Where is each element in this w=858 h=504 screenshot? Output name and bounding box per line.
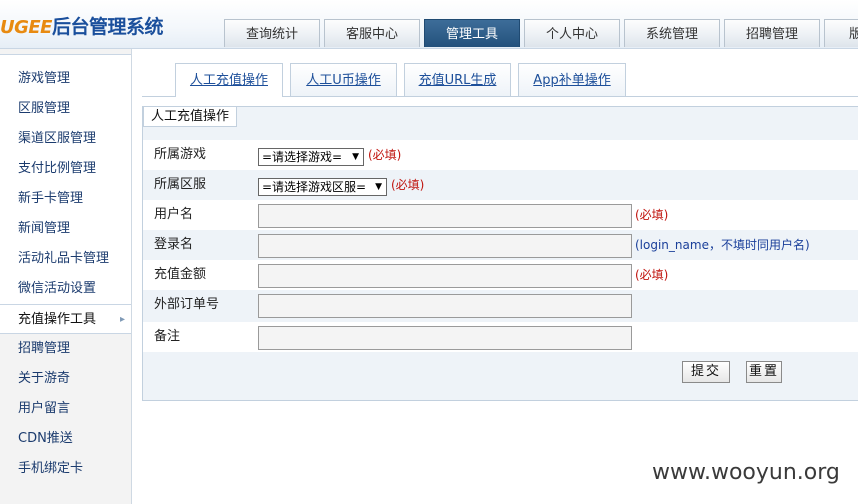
topnav-query-stats[interactable]: 查询统计 — [224, 19, 320, 47]
sidebar-item-cdn-push[interactable]: CDN推送 — [0, 424, 131, 454]
loginname-hint: (login_name，不填时同用户名) — [635, 238, 810, 252]
recharge-form: 所属游戏 =请选择游戏= ▼ (必填) 所属区服 =请选择游戏区服= ▼ (必填… — [143, 137, 858, 352]
form-row-game: 所属游戏 =请选择游戏= ▼ (必填) — [143, 140, 858, 170]
server-select-value: =请选择游戏区服= — [262, 180, 367, 194]
sidebar-item-about[interactable]: 关于游奇 — [0, 364, 131, 394]
sidebar-item-game-management[interactable]: 游戏管理 — [0, 64, 131, 94]
form-row-amount: 充值金额 (必填) — [143, 260, 858, 290]
logo-brand: UGEE — [0, 17, 52, 38]
watermark-text: www.wooyun.org — [652, 460, 840, 485]
tab-manual-ucoin[interactable]: 人工U币操作 — [290, 63, 397, 96]
topnav-personal-center[interactable]: 个人中心 — [524, 19, 620, 47]
topnav-version[interactable]: 版 — [824, 19, 858, 47]
game-select[interactable]: =请选择游戏= ▼ — [258, 148, 364, 166]
tab-app-reorder[interactable]: App补单操作 — [518, 63, 626, 96]
caret-down-icon: ▼ — [352, 152, 359, 162]
sidebar-item-server-management[interactable]: 区服管理 — [0, 94, 131, 124]
sidebar-item-recruitment[interactable]: 招聘管理 — [0, 334, 131, 364]
sidebar-item-phone-bind-card[interactable]: 手机绑定卡 — [0, 454, 131, 484]
tab-recharge-url[interactable]: 充值URL生成 — [404, 63, 511, 96]
form-row-server: 所属区服 =请选择游戏区服= ▼ (必填) — [143, 170, 858, 200]
form-row-loginname: 登录名 (login_name，不填时同用户名) — [143, 230, 858, 260]
topnav-recruitment[interactable]: 招聘管理 — [724, 19, 820, 47]
form-row-username: 用户名 (必填) — [143, 200, 858, 230]
username-label: 用户名 — [154, 207, 194, 222]
server-select[interactable]: =请选择游戏区服= ▼ — [258, 178, 387, 196]
game-required: (必填) — [368, 148, 402, 162]
sidebar-item-label: 充值操作工具 — [18, 312, 97, 327]
loginname-input[interactable] — [258, 234, 632, 258]
logo-title: 后台管理系统 — [51, 16, 164, 38]
sidebar-item-wechat-activity[interactable]: 微信活动设置 — [0, 274, 131, 304]
server-required: (必填) — [391, 178, 425, 192]
recharge-panel: 人工充值操作 所属游戏 =请选择游戏= ▼ (必填) 所属区服 =请选择游戏区服… — [142, 106, 858, 401]
amount-required: (必填) — [635, 268, 669, 282]
sidebar-item-newbie-card[interactable]: 新手卡管理 — [0, 184, 131, 214]
topnav-admin-tools[interactable]: 管理工具 — [424, 19, 520, 47]
top-navigation: 查询统计 客服中心 管理工具 个人中心 系统管理 招聘管理 版 — [224, 19, 858, 48]
order-label: 外部订单号 — [154, 297, 220, 312]
sidebar: 游戏管理 区服管理 渠道区服管理 支付比例管理 新手卡管理 新闻管理 活动礼品卡… — [0, 49, 132, 504]
sidebar-item-payment-ratio[interactable]: 支付比例管理 — [0, 154, 131, 184]
panel-title: 人工充值操作 — [143, 106, 238, 127]
chevron-right-icon: ▸ — [119, 314, 125, 325]
caret-down-icon: ▼ — [375, 182, 382, 192]
topnav-customer-service[interactable]: 客服中心 — [324, 19, 420, 47]
sidebar-item-recharge-tools[interactable]: 充值操作工具 ▸ — [0, 304, 131, 334]
server-label: 所属区服 — [154, 177, 207, 192]
loginname-label: 登录名 — [154, 237, 194, 252]
sub-tab-bar: 人工充值操作 人工U币操作 充值URL生成 App补单操作 — [142, 62, 858, 97]
tab-manual-recharge[interactable]: 人工充值操作 — [175, 63, 283, 97]
sidebar-item-channel-server[interactable]: 渠道区服管理 — [0, 124, 131, 154]
form-row-remark: 备注 — [143, 322, 858, 352]
remark-label: 备注 — [154, 329, 181, 344]
username-required: (必填) — [635, 208, 669, 222]
app-logo: UGEE后台管理系统 — [0, 14, 164, 40]
submit-button[interactable]: 提交 — [682, 361, 730, 383]
reset-button[interactable]: 重置 — [746, 361, 782, 383]
header-bar: UGEE后台管理系统 查询统计 客服中心 管理工具 个人中心 系统管理 招聘管理… — [0, 0, 858, 49]
form-row-order: 外部订单号 — [143, 290, 858, 320]
amount-input[interactable] — [258, 264, 632, 288]
sidebar-item-gift-card[interactable]: 活动礼品卡管理 — [0, 244, 131, 274]
sidebar-item-news[interactable]: 新闻管理 — [0, 214, 131, 244]
amount-label: 充值金额 — [154, 267, 207, 282]
sidebar-item-user-messages[interactable]: 用户留言 — [0, 394, 131, 424]
order-input[interactable] — [258, 294, 632, 318]
username-input[interactable] — [258, 204, 632, 228]
game-label: 所属游戏 — [154, 147, 207, 162]
topnav-system-management[interactable]: 系统管理 — [624, 19, 720, 47]
game-select-value: =请选择游戏= — [262, 150, 343, 164]
remark-input[interactable] — [258, 326, 632, 350]
